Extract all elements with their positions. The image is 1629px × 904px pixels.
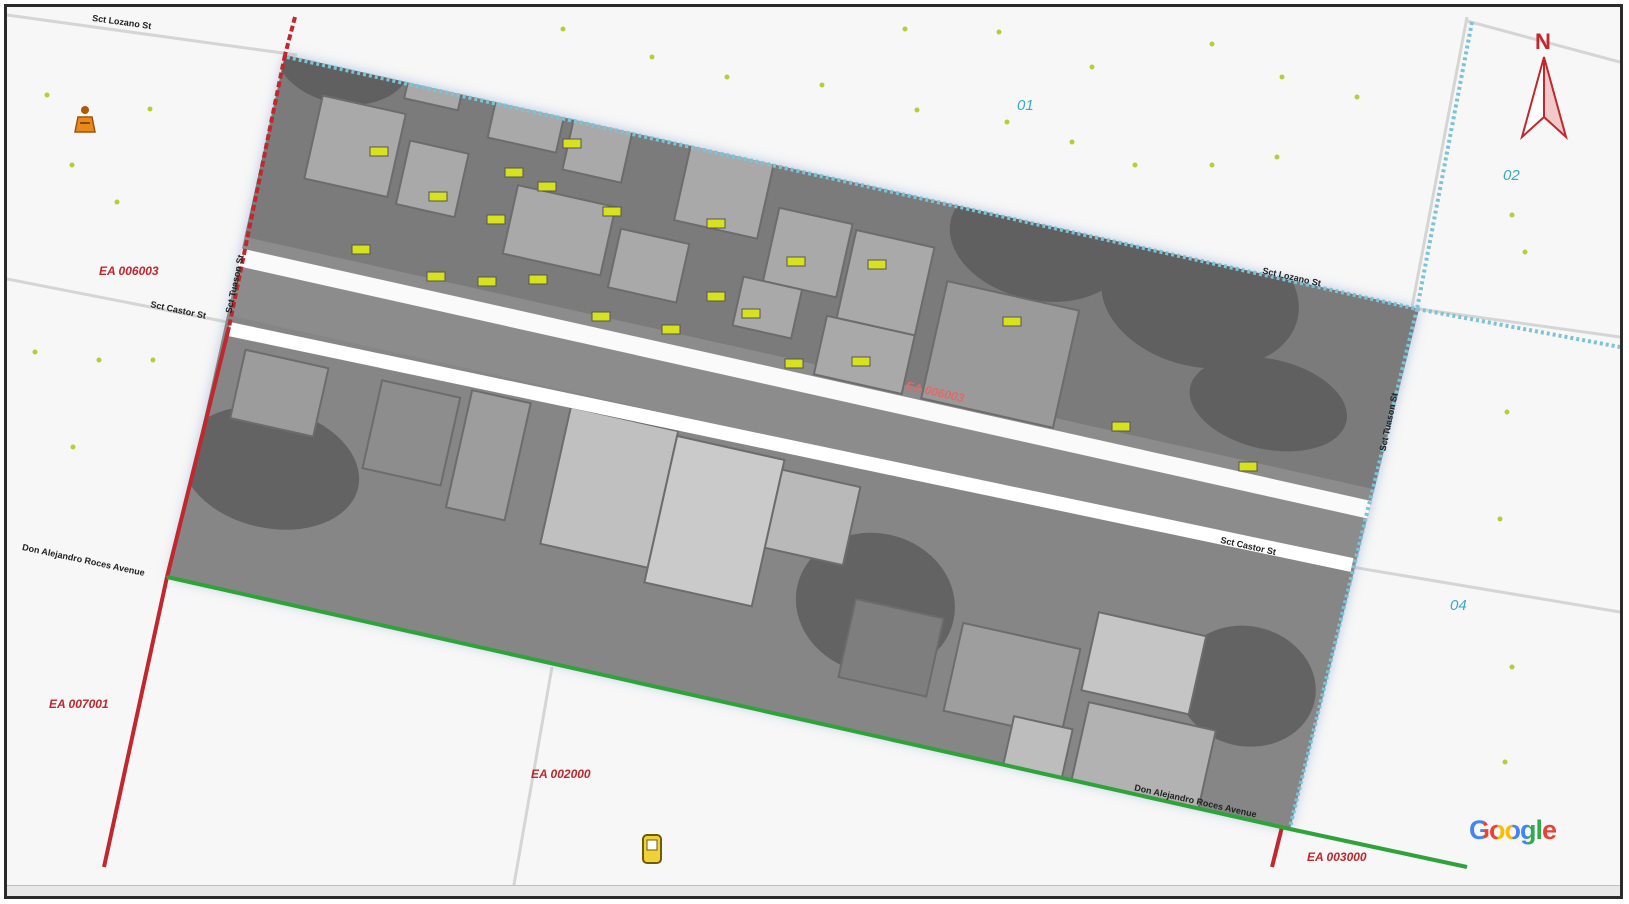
capture-point-icon[interactable] bbox=[74, 106, 96, 133]
ea-label: EA 002000 bbox=[531, 767, 591, 781]
gps-marker-icon[interactable] bbox=[642, 834, 662, 864]
ea-label: EA 006003 bbox=[99, 264, 159, 278]
block-label: 02 bbox=[1503, 167, 1520, 184]
map-frame: EA 006003 EA 006003 EA 007001 EA 002000 … bbox=[4, 4, 1623, 899]
ea-label: EA 007001 bbox=[49, 697, 109, 711]
status-bar bbox=[7, 885, 1620, 896]
ea-label: EA 003000 bbox=[1307, 850, 1367, 864]
north-arrow-icon: N bbox=[1517, 25, 1577, 145]
block-label: 04 bbox=[1450, 597, 1467, 614]
map-canvas[interactable] bbox=[7, 7, 1620, 896]
block-label: 01 bbox=[1017, 97, 1034, 114]
google-logo-text: Google bbox=[1469, 815, 1557, 845]
google-logo: Google bbox=[1469, 815, 1557, 846]
north-label: N bbox=[1535, 29, 1551, 54]
